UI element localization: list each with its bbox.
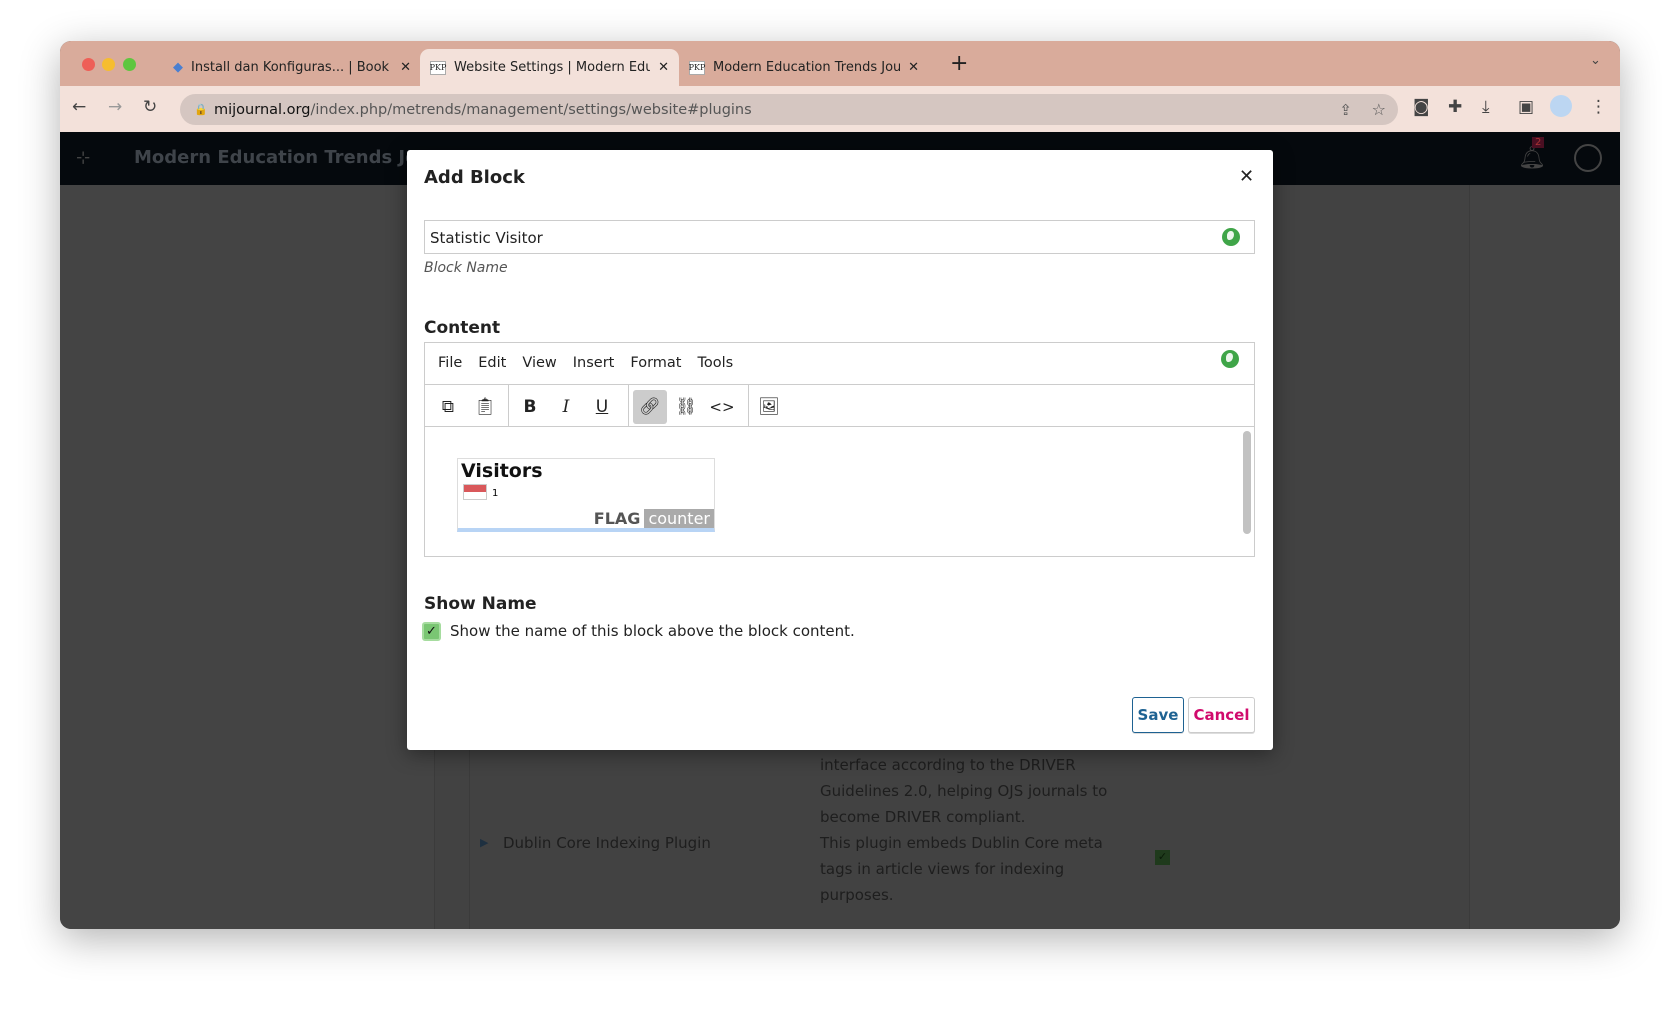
menu-insert[interactable]: Insert (573, 355, 615, 371)
bold-icon[interactable]: B (513, 390, 547, 424)
close-icon[interactable]: ✕ (1239, 166, 1254, 187)
show-name-checkbox[interactable]: ✓ (422, 622, 441, 641)
bookmark-star-icon[interactable]: ☆ (1372, 100, 1386, 119)
user-avatar-icon[interactable] (1574, 144, 1602, 172)
indonesia-flag-icon (463, 484, 487, 500)
tab-website-settings[interactable]: PKP Website Settings | Modern Edu ✕ (420, 49, 679, 86)
lock-icon: 🔒 (194, 103, 208, 116)
plugin-enabled-checkbox[interactable]: ✓ (1155, 850, 1170, 865)
tab-journal[interactable]: PKP Modern Education Trends Jou ✕ (679, 49, 929, 86)
editor-scrollbar[interactable] (1243, 431, 1251, 534)
dialog-title: Add Block (424, 167, 525, 188)
menu-format[interactable]: Format (630, 355, 681, 371)
plugin-name[interactable]: Dublin Core Indexing Plugin (503, 830, 711, 856)
close-tab-icon[interactable]: ✕ (658, 60, 669, 75)
journal-title[interactable]: Modern Education Trends Journ (134, 147, 452, 168)
globe-icon[interactable] (1221, 350, 1239, 368)
more-menu-icon[interactable]: ⋮ (1590, 97, 1607, 117)
plugin-description: This plugin embeds Dublin Core meta tags … (820, 834, 1103, 904)
menu-edit[interactable]: Edit (478, 355, 506, 371)
expand-triangle-icon[interactable]: ▶ (480, 830, 488, 856)
image-icon[interactable]: 🖼︎ (752, 390, 786, 424)
menu-file[interactable]: File (438, 355, 462, 371)
tab-search-chevron-icon[interactable]: ⌄ (1590, 53, 1601, 68)
camera-icon[interactable]: ◙ (1413, 97, 1430, 117)
paste-icon[interactable]: 📋︎ (468, 390, 502, 424)
download-icon[interactable]: ⤓ (1482, 97, 1490, 117)
new-tab-button[interactable]: + (950, 51, 968, 76)
rich-text-editor: File Edit View Insert Format Tools ⧉ 📋︎ … (424, 342, 1255, 557)
extensions-icon[interactable]: ✚ (1448, 97, 1462, 117)
close-tab-icon[interactable]: ✕ (400, 60, 411, 75)
unlink-icon[interactable]: ⛓︎ (669, 390, 703, 424)
pkp-icon: PKP (689, 60, 705, 75)
save-button[interactable]: Save (1132, 697, 1184, 733)
block-name-label: Block Name (424, 260, 508, 276)
tab-install[interactable]: ◆ Install dan Konfiguras... | Book ✕ (163, 49, 421, 86)
add-block-dialog: Add Block ✕ Statistic Visitor Block Name… (407, 150, 1273, 750)
reload-icon[interactable]: ↻ (143, 97, 157, 117)
back-icon[interactable]: ← (72, 97, 86, 117)
menu-view[interactable]: View (522, 355, 556, 371)
flag-counter-logo: FLAG counter (590, 509, 714, 528)
editor-toolbar: ⧉ 📋︎ B I U 🔗︎ ⛓︎ <> 🖼︎ (425, 384, 1254, 427)
minimize-window-button[interactable] (102, 58, 115, 71)
bell-icon[interactable]: 🔔︎ (1518, 146, 1546, 171)
show-name-checkbox-label[interactable]: Show the name of this block above the bl… (450, 622, 855, 640)
close-window-button[interactable] (82, 58, 95, 71)
side-panel-icon[interactable]: ▣ (1518, 97, 1534, 117)
editor-content-area[interactable]: Visitors 1 FLAG counter (425, 428, 1254, 557)
plugin-description: interface according to the DRIVER Guideli… (820, 756, 1108, 826)
link-icon[interactable]: 🔗︎ (633, 390, 667, 424)
notification-badge: 2 (1532, 137, 1545, 148)
globe-icon[interactable] (1222, 228, 1240, 246)
copy-icon[interactable]: ⧉ (431, 390, 465, 424)
underline-icon[interactable]: U (585, 390, 619, 424)
flag-counter-widget[interactable]: Visitors 1 FLAG counter (457, 458, 715, 532)
italic-icon[interactable]: I (549, 390, 583, 424)
pkp-icon: PKP (430, 60, 446, 75)
book-icon: ◆ (173, 60, 183, 75)
url-bar[interactable]: 🔒 mijournal.org/index.php/metrends/manag… (180, 94, 1398, 125)
source-code-icon[interactable]: <> (705, 390, 739, 424)
content-label: Content (424, 318, 501, 338)
sitemap-icon[interactable]: ⊹ (76, 148, 90, 168)
forward-icon[interactable]: → (108, 97, 122, 117)
cancel-button[interactable]: Cancel (1188, 697, 1255, 733)
tab-bar: ◆ Install dan Konfiguras... | Book ✕ PKP… (60, 41, 1620, 86)
share-icon[interactable]: ⇪ (1339, 101, 1352, 119)
block-name-input[interactable]: Statistic Visitor (424, 220, 1255, 254)
profile-avatar[interactable] (1550, 95, 1572, 117)
address-bar-row: ← → ↻ 🔒 mijournal.org/index.php/metrends… (60, 86, 1620, 132)
editor-menubar: File Edit View Insert Format Tools (438, 355, 749, 371)
show-name-label: Show Name (424, 594, 537, 614)
maximize-window-button[interactable] (123, 58, 136, 71)
menu-tools[interactable]: Tools (697, 355, 733, 371)
close-tab-icon[interactable]: ✕ (908, 60, 919, 75)
